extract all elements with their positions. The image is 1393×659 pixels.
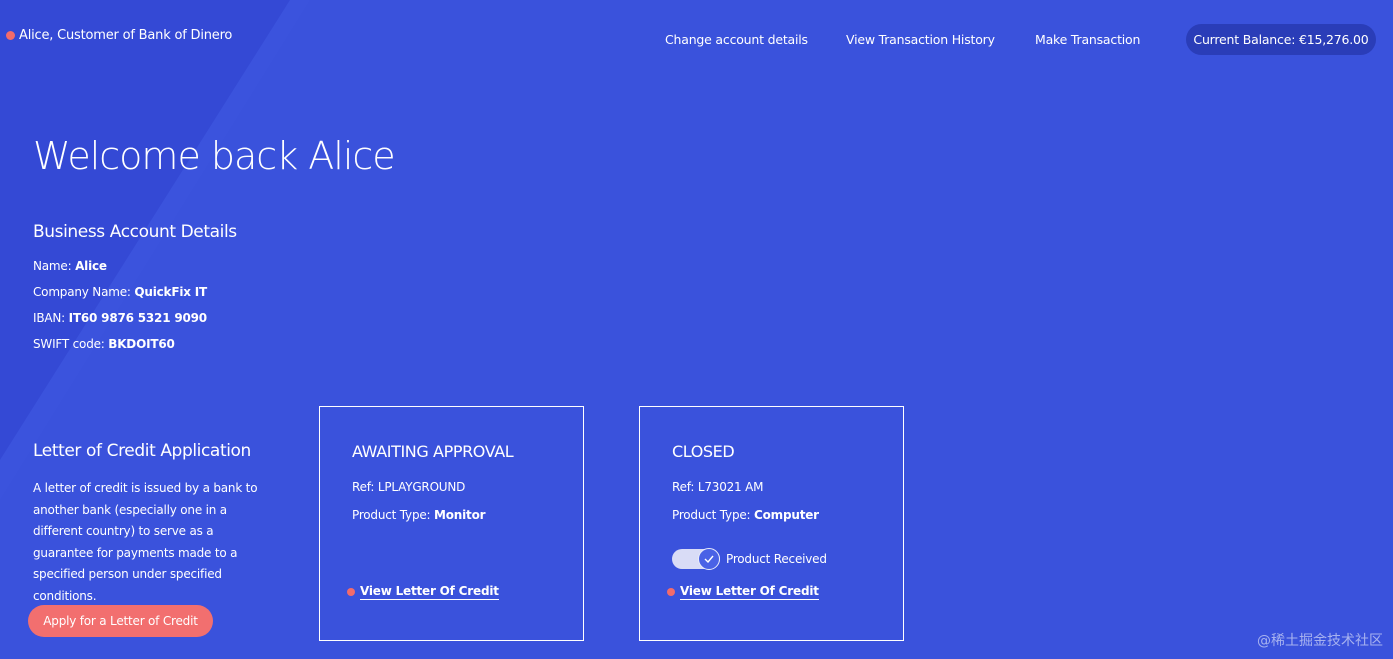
detail-value: QuickFix IT bbox=[134, 285, 208, 299]
user-label-text: Alice, Customer of Bank of Dinero bbox=[19, 28, 233, 43]
product-received-toggle-row: Product Received bbox=[672, 548, 827, 570]
card-product-type: Product Type: Computer bbox=[672, 508, 819, 522]
current-balance-badge: Current Balance: €15,276.00 bbox=[1186, 24, 1376, 55]
toggle-label: Product Received bbox=[726, 552, 827, 566]
detail-label: Name: bbox=[33, 259, 72, 273]
detail-swift: SWIFT code: BKDOIT60 bbox=[33, 337, 175, 351]
loc-card-awaiting: AWAITING APPROVAL Ref: LPLAYGROUND Produ… bbox=[319, 406, 584, 641]
watermark: @稀土掘金技术社区 bbox=[1257, 633, 1383, 649]
checkmark-icon bbox=[698, 548, 720, 570]
card-product-type: Product Type: Monitor bbox=[352, 508, 486, 522]
product-value: Monitor bbox=[434, 508, 486, 522]
nav-view-transaction-history[interactable]: View Transaction History bbox=[846, 32, 995, 47]
card-status: CLOSED bbox=[672, 442, 735, 461]
view-letter-of-credit-link[interactable]: View Letter Of Credit bbox=[347, 584, 499, 600]
apply-letter-of-credit-button[interactable]: Apply for a Letter of Credit bbox=[28, 605, 213, 637]
view-letter-of-credit-link[interactable]: View Letter Of Credit bbox=[667, 584, 819, 600]
detail-value: BKDOIT60 bbox=[108, 337, 175, 351]
user-label: Alice, Customer of Bank of Dinero bbox=[6, 28, 232, 43]
bullet-dot-icon bbox=[667, 588, 675, 596]
detail-value: IT60 9876 5321 9090 bbox=[68, 311, 207, 325]
nav-make-transaction[interactable]: Make Transaction bbox=[1035, 32, 1140, 47]
detail-name: Name: Alice bbox=[33, 259, 107, 273]
detail-iban: IBAN: IT60 9876 5321 9090 bbox=[33, 311, 207, 325]
view-link-label[interactable]: View Letter Of Credit bbox=[360, 584, 499, 600]
loc-title: Letter of Credit Application bbox=[33, 441, 251, 461]
view-link-label[interactable]: View Letter Of Credit bbox=[680, 584, 819, 600]
product-label: Product Type: bbox=[672, 508, 751, 522]
card-status: AWAITING APPROVAL bbox=[352, 442, 514, 461]
product-value: Computer bbox=[754, 508, 819, 522]
bullet-dot-icon bbox=[347, 588, 355, 596]
card-ref: Ref: LPLAYGROUND bbox=[352, 480, 466, 494]
product-received-toggle[interactable] bbox=[672, 548, 720, 570]
loc-card-closed: CLOSED Ref: L73021 AM Product Type: Comp… bbox=[639, 406, 904, 641]
status-dot-icon bbox=[6, 31, 15, 40]
welcome-heading: Welcome back Alice bbox=[33, 134, 396, 178]
detail-label: IBAN: bbox=[33, 311, 66, 325]
account-details-title: Business Account Details bbox=[33, 222, 237, 242]
detail-company: Company Name: QuickFix IT bbox=[33, 285, 207, 299]
loc-description: A letter of credit is issued by a bank t… bbox=[33, 481, 258, 603]
nav-change-account-details[interactable]: Change account details bbox=[665, 32, 808, 47]
card-ref: Ref: L73021 AM bbox=[672, 480, 764, 494]
detail-label: Company Name: bbox=[33, 285, 131, 299]
detail-value: Alice bbox=[75, 259, 107, 273]
detail-label: SWIFT code: bbox=[33, 337, 105, 351]
product-label: Product Type: bbox=[352, 508, 431, 522]
